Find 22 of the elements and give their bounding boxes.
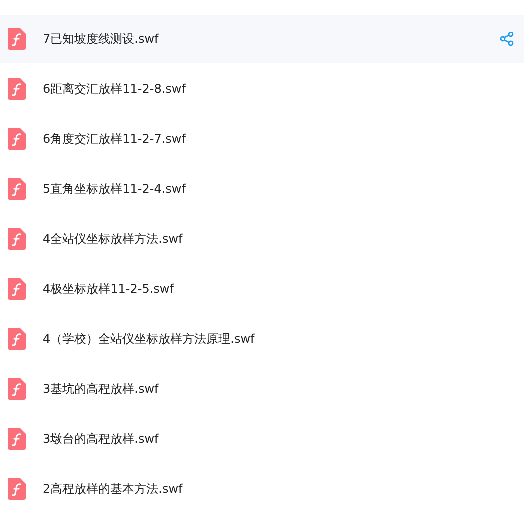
file-name: 3基坑的高程放样.swf: [43, 380, 160, 398]
flash-file-icon: [8, 178, 26, 200]
flash-file-icon: [8, 478, 26, 500]
file-row[interactable]: 7已知坡度线测设.swf: [0, 15, 524, 63]
file-name: 4极坐标放样11-2-5.swf: [43, 280, 176, 298]
file-name: 5直角坐标放样11-2-4.swf: [43, 180, 188, 198]
file-name: 3墩台的高程放样.swf: [43, 430, 160, 448]
file-name: 4全站仪坐标放样方法.swf: [43, 230, 184, 248]
file-name: 4（学校）全站仪坐标放样方法原理.swf: [43, 330, 256, 348]
flash-file-icon: [8, 78, 26, 100]
file-name: 7已知坡度线测设.swf: [43, 30, 160, 48]
share-icon[interactable]: [500, 32, 514, 46]
flash-file-icon: [8, 378, 26, 400]
flash-file-icon: [8, 128, 26, 150]
file-name: 6角度交汇放样11-2-7.swf: [43, 130, 188, 148]
flash-file-icon: [8, 428, 26, 450]
file-name: 6距离交汇放样11-2-8.swf: [43, 80, 188, 98]
flash-file-icon: [8, 228, 26, 250]
file-name: 2高程放样的基本方法.swf: [43, 480, 184, 498]
flash-file-icon: [8, 328, 26, 350]
flash-file-icon: [8, 28, 26, 50]
flash-file-icon: [8, 278, 26, 300]
